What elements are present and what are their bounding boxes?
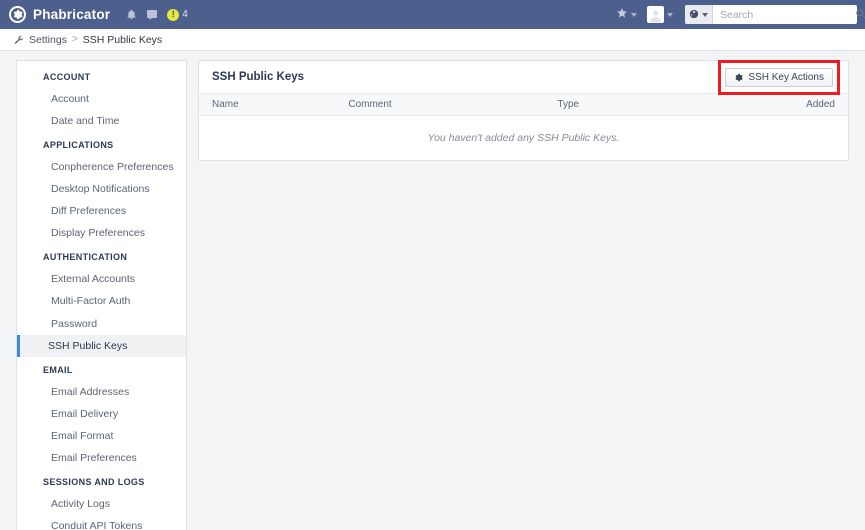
topbar-right-group <box>613 0 865 29</box>
sidebar-item-password[interactable]: Password <box>17 313 186 335</box>
sidebar-item-email-addresses[interactable]: Email Addresses <box>17 381 186 403</box>
gear-icon <box>734 73 744 82</box>
breadcrumb-current: SSH Public Keys <box>82 33 163 46</box>
table-empty-row: You haven't added any SSH Public Keys. <box>199 116 848 161</box>
chevron-down-icon <box>631 12 637 17</box>
sidebar-item-account[interactable]: Account <box>17 88 186 110</box>
magnifier-icon[interactable] <box>855 6 865 24</box>
favorites-menu-button[interactable] <box>613 4 640 26</box>
brand-name: Phabricator <box>33 7 111 22</box>
sidebar-section-account: ACCOUNT <box>43 72 91 82</box>
sidebar-item-ssh-public-keys[interactable]: SSH Public Keys <box>17 334 186 357</box>
alert-badge[interactable]: ! 4 <box>167 8 188 21</box>
ssh-keys-panel: SSH Public Keys SSH Key Actions Name Com… <box>198 59 849 161</box>
breadcrumb-separator: > <box>71 34 78 45</box>
sidebar-section-email: EMAIL <box>43 364 73 375</box>
breadcrumb: Settings > SSH Public Keys <box>0 29 865 51</box>
sidebar-item-display-preferences[interactable]: Display Preferences <box>17 222 186 244</box>
user-avatar-icon <box>647 6 664 23</box>
column-header-type: Type <box>557 94 807 116</box>
globe-icon <box>689 6 699 24</box>
empty-state-message: You haven't added any SSH Public Keys. <box>427 132 620 144</box>
sidebar-item-diff-preferences[interactable]: Diff Preferences <box>17 200 186 222</box>
table-body: You haven't added any SSH Public Keys. <box>199 116 848 161</box>
table-header-row: Name Comment Type Added <box>199 94 848 116</box>
page-body: ACCOUNT Account Date and Time APPLICATIONS C… <box>0 51 865 530</box>
notification-icon-group: ! 4 <box>126 8 188 21</box>
sidebar-item-activity-logs[interactable]: Activity Logs <box>17 493 186 515</box>
sidebar-item-email-preferences[interactable]: Email Preferences <box>17 447 186 469</box>
sidebar-item-multi-factor-auth[interactable]: Multi-Factor Auth <box>17 290 186 312</box>
sidebar-item-email-format[interactable]: Email Format <box>17 425 186 447</box>
column-header-name: Name <box>199 94 349 116</box>
bell-icon[interactable] <box>126 9 137 20</box>
action-button-wrapper: SSH Key Actions <box>718 59 840 95</box>
search-input[interactable] <box>713 8 855 21</box>
column-header-comment: Comment <box>348 94 558 116</box>
sidebar-item-email-delivery[interactable]: Email Delivery <box>17 403 186 425</box>
wrench-icon <box>14 35 24 45</box>
chat-bubble-icon[interactable] <box>146 9 158 21</box>
sidebar-item-external-accounts[interactable]: External Accounts <box>17 268 186 290</box>
search-box[interactable] <box>685 5 865 24</box>
chevron-down-icon <box>702 12 708 17</box>
page-title: SSH Public Keys <box>212 71 305 83</box>
exclamation-circle-icon: ! <box>167 8 180 21</box>
main-content: SSH Public Keys SSH Key Actions Name Com… <box>187 51 865 530</box>
column-header-added: Added <box>806 94 848 116</box>
ssh-key-actions-label: SSH Key Actions <box>748 71 824 83</box>
star-icon <box>616 6 628 24</box>
sidebar-section-sessions-and-logs: SESSIONS AND LOGS <box>43 476 145 487</box>
sidebar-item-desktop-notifications[interactable]: Desktop Notifications <box>17 178 186 200</box>
sidebar-item-date-and-time[interactable]: Date and Time <box>17 110 186 132</box>
sidebar-item-conduit-api-tokens[interactable]: Conduit API Tokens <box>17 515 186 530</box>
settings-sidebar: ACCOUNT Account Date and Time APPLICATIONS C… <box>16 60 187 530</box>
gear-in-circle-icon <box>9 6 26 23</box>
user-menu-button[interactable] <box>644 4 676 25</box>
breadcrumb-settings-link[interactable]: Settings <box>29 34 67 46</box>
ssh-keys-table: Name Comment Type Added You haven't adde… <box>199 94 848 160</box>
brand-home-link[interactable]: Phabricator <box>9 6 110 23</box>
alert-count: 4 <box>182 9 188 20</box>
sidebar-section-authentication: AUTHENTICATION <box>43 252 128 263</box>
sidebar-item-conpherence-preferences[interactable]: Conpherence Preferences <box>17 156 186 178</box>
sidebar-section-applications: APPLICATIONS <box>43 140 114 151</box>
ssh-key-actions-button[interactable]: SSH Key Actions <box>725 67 833 87</box>
panel-header: SSH Public Keys SSH Key Actions <box>199 59 848 95</box>
search-scope-selector[interactable] <box>685 5 713 24</box>
top-navigation-bar: Phabricator ! 4 <box>0 0 865 29</box>
chevron-down-icon <box>667 12 673 17</box>
